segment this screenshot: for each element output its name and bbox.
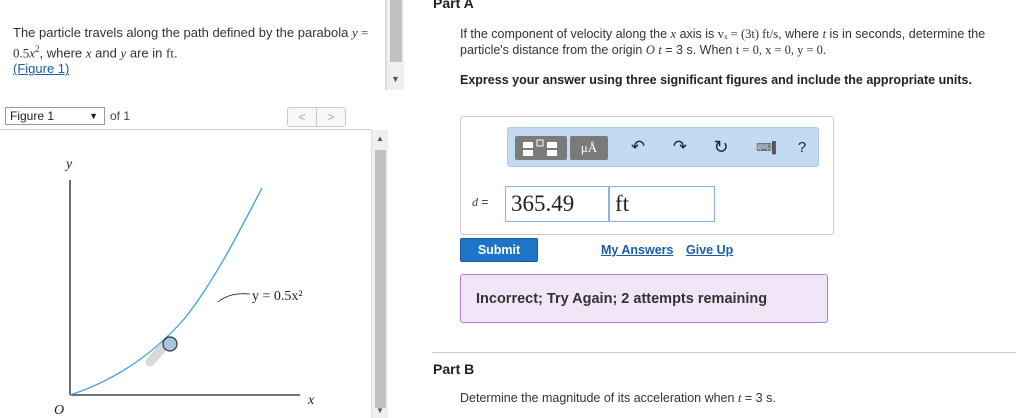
scroll-down-arrow-icon[interactable]: ▼ <box>391 74 400 84</box>
problem-scrollbar[interactable]: ▼ <box>386 0 404 90</box>
scroll-down-arrow-icon[interactable]: ▼ <box>376 406 384 415</box>
answer-box: μÅ ↶ ↷ ↻ ⌨▌ ? d = 365.49 ft <box>460 116 834 235</box>
problem-text-2: , where <box>39 45 86 61</box>
part-b-question: Determine the magnitude of its accelerat… <box>460 391 776 406</box>
previous-figure-button[interactable]: < <box>287 107 317 127</box>
math-toolbar: μÅ ↶ ↷ ↻ ⌨▌ ? <box>507 127 819 167</box>
q-initial-conditions: t = 0, x = 0, y = 0. <box>735 43 827 57</box>
q-text-1: If the component of velocity along the <box>460 27 671 41</box>
answer-variable-label: d = <box>472 195 488 210</box>
q-text-6: = 3 s. When <box>661 43 736 57</box>
feedback-message: Incorrect; Try Again; 2 attempts remaini… <box>476 291 768 307</box>
undo-icon[interactable]: ↶ <box>628 136 648 160</box>
part-b-text-1: Determine the magnitude of its accelerat… <box>460 391 738 405</box>
my-answers-link[interactable]: My Answers <box>601 243 673 257</box>
chevron-down-icon: ▼ <box>89 111 98 121</box>
part-a-title: Part A <box>433 0 474 11</box>
figure-link[interactable]: (Figure 1) <box>13 61 69 76</box>
next-figure-button[interactable]: > <box>316 107 346 127</box>
keyboard-icon[interactable]: ⌨▌ <box>754 136 782 160</box>
figure-canvas: y x O y = 0.5x² <box>0 130 371 418</box>
problem-text-1: The particle travels along the path defi… <box>13 25 352 40</box>
part-a-question: If the component of velocity along the x… <box>460 26 1020 58</box>
problem-pane: The particle travels along the path defi… <box>0 0 386 90</box>
scrollbar-thumb[interactable] <box>375 150 386 408</box>
scroll-up-arrow-icon[interactable]: ▲ <box>376 134 384 143</box>
figure-count: of 1 <box>110 109 131 123</box>
scrollbar-thumb[interactable] <box>390 0 402 62</box>
units-button[interactable]: μÅ <box>570 136 608 160</box>
answer-instructions: Express your answer using three signific… <box>460 73 972 87</box>
answer-unit-input[interactable]: ft <box>609 186 715 222</box>
parabola-figure: y x O y = 0.5x² <box>54 157 315 418</box>
problem-text-4: . <box>173 45 178 61</box>
help-button[interactable]: ? <box>794 136 810 160</box>
templates-button[interactable] <box>515 136 567 160</box>
y-axis-label: y <box>64 157 73 172</box>
figure-select[interactable]: Figure 1 ▼ <box>5 107 105 125</box>
answer-equals: = <box>478 195 489 209</box>
part-b-title[interactable]: Part B <box>433 361 474 377</box>
q-var-o: O <box>645 43 655 57</box>
particle-icon <box>162 336 178 352</box>
origin-label: O <box>54 403 64 418</box>
q-text-2: axis is <box>676 27 718 41</box>
redo-icon[interactable]: ↷ <box>670 136 690 160</box>
curve-label-leader <box>217 293 251 303</box>
submit-button[interactable]: Submit <box>460 238 538 262</box>
feedback-box: Incorrect; Try Again; 2 attempts remaini… <box>460 274 828 323</box>
x-axis-label: x <box>307 393 315 408</box>
reset-icon[interactable]: ↻ <box>710 136 732 160</box>
part-b-text-2: = 3 s. <box>741 391 776 405</box>
curve-equation-label: y = 0.5x² <box>252 289 303 304</box>
figure-select-value: Figure 1 <box>10 109 55 123</box>
figure-scrollbar[interactable]: ▲ ▼ <box>371 130 388 418</box>
answer-value-input[interactable]: 365.49 <box>505 186 609 222</box>
unit-ft: ft <box>166 45 174 61</box>
problem-text-3: are in <box>126 45 167 61</box>
problem-statement: The particle travels along the path defi… <box>13 25 373 77</box>
problem-text-and: and <box>91 45 121 61</box>
figure-toolbar: Figure 1 ▼ of 1 < > <box>0 105 370 129</box>
templates-icon <box>523 139 557 156</box>
q-velocity-eq: vₓ = (3t) ft/s <box>717 27 779 41</box>
give-up-link[interactable]: Give Up <box>686 243 733 257</box>
q-text-3: , where <box>778 27 823 41</box>
part-divider <box>432 352 1016 353</box>
parabola-curve <box>69 187 263 396</box>
